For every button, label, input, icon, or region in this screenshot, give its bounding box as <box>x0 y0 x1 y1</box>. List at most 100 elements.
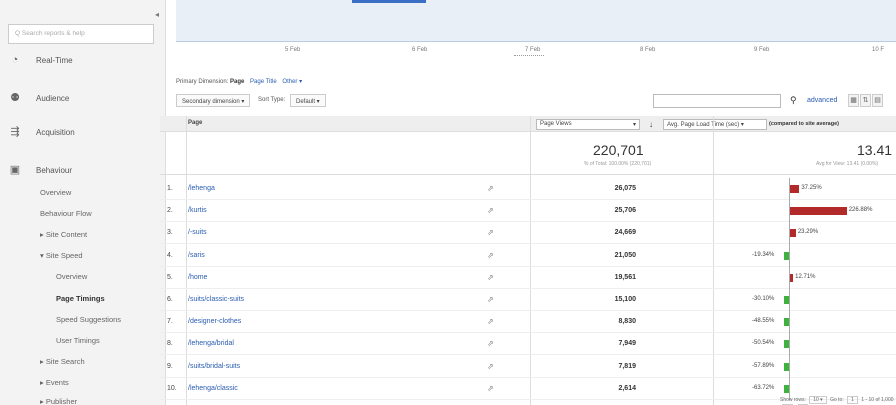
timeline-tick: 7 Feb <box>525 47 541 53</box>
page-link[interactable]: /lehenga <box>188 185 215 192</box>
page-link[interactable]: /lehenga/classic <box>188 385 238 392</box>
open-link-icon[interactable]: ⇗ <box>487 317 494 326</box>
page-link[interactable]: /suits/bridal-suits <box>188 363 240 370</box>
nav-behaviour-overview[interactable]: Overview <box>40 188 71 197</box>
metric-page-views-select[interactable]: Page Views ▾ <box>536 119 640 130</box>
row-number: 8. <box>167 340 173 348</box>
nav-page-timings[interactable]: Page Timings <box>56 294 105 303</box>
open-link-icon[interactable]: ⇗ <box>487 251 494 260</box>
open-link-icon[interactable]: ⇗ <box>487 362 494 371</box>
open-link-icon[interactable]: ⇗ <box>487 184 494 193</box>
dimension-other[interactable]: Other ▾ <box>282 79 302 85</box>
open-link-icon[interactable]: ⇗ <box>487 295 494 304</box>
acquisition-icon: ⇶ <box>10 126 20 138</box>
sort-type-label: Sort Type: <box>258 97 286 103</box>
nav-site-content[interactable]: ▸ Site Content <box>40 230 87 239</box>
comparison-bar-positive <box>790 185 800 193</box>
open-link-icon[interactable]: ⇗ <box>487 384 494 393</box>
show-rows-label: Show rows: <box>780 397 806 403</box>
nav-audience-label: Audience <box>36 93 70 103</box>
row-number: 5. <box>167 273 173 281</box>
page-link[interactable]: /-suits <box>188 229 207 236</box>
search-icon[interactable]: ⚲ <box>790 95 797 106</box>
table-view-icon[interactable]: ▦ <box>848 94 859 107</box>
page-views-value: 25,706 <box>614 207 636 215</box>
table-row: 2. /kurtis ⇗ 25,706 <box>160 200 896 223</box>
nav-acquisition[interactable]: ⇶ Acquisition <box>8 126 74 138</box>
comparison-percent: -19.34% <box>752 251 775 258</box>
open-link-icon[interactable]: ⇗ <box>487 228 494 237</box>
page-views-value: 15,100 <box>614 296 636 303</box>
table-search-input[interactable] <box>653 94 781 108</box>
comparison-axis <box>789 178 790 400</box>
sort-desc-icon[interactable]: ↓ <box>649 120 653 129</box>
comparison-view-icon[interactable]: ⇅ <box>860 94 871 107</box>
total-page-views: 220,701 <box>593 142 644 158</box>
page-link[interactable]: /designer-clothes <box>188 318 241 325</box>
dimension-page-title[interactable]: Page Title <box>250 79 277 85</box>
show-rows-select[interactable]: 10 ▾ <box>809 396 827 404</box>
comparison-bar-positive <box>790 229 796 238</box>
sort-type-select[interactable]: Default ▾ <box>290 94 326 107</box>
comparison-bar-positive <box>790 207 847 216</box>
total-load-time-sub: Avg for View: 13.41 (0.00%) <box>816 161 879 167</box>
collapse-sidebar-icon[interactable]: ◂ <box>155 10 159 19</box>
comparison-percent: -57.89% <box>752 362 775 369</box>
chevron-down-icon: ▾ <box>632 122 636 128</box>
nav-behaviour-flow[interactable]: Behaviour Flow <box>40 209 92 218</box>
comparison-percent: -48.55% <box>752 318 775 325</box>
comparison-note: (compared to site average) <box>769 121 839 127</box>
nav-publisher[interactable]: ▸ Publisher <box>40 397 77 405</box>
row-range: 1 - 10 of 1,000 <box>861 397 894 403</box>
timeline-tick: 8 Feb <box>640 47 656 53</box>
column-page[interactable]: Page <box>188 120 202 126</box>
goto-input[interactable]: 1 <box>847 396 858 404</box>
row-number: 4. <box>167 251 173 259</box>
primary-dimension-label: Primary Dimension: <box>176 79 229 85</box>
row-number: 3. <box>167 229 173 237</box>
goto-label: Go to: <box>830 397 844 403</box>
totals-row <box>160 133 896 175</box>
page-link[interactable]: /lehenga/bridal <box>188 340 234 347</box>
nav-behaviour[interactable]: ▣ Behaviour <box>8 164 72 176</box>
comparison-percent: 23.29% <box>797 229 819 236</box>
metric-page-views-label: Page Views <box>540 121 572 127</box>
table-row: 5. /home ⇗ 19,561 <box>160 267 896 289</box>
nav-site-search[interactable]: ▸ Site Search <box>40 357 85 366</box>
secondary-dimension-button[interactable]: Secondary dimension ▾ <box>176 94 251 107</box>
timeline-tick: 6 Feb <box>412 47 428 53</box>
nav-audience[interactable]: ⚉ Audience <box>8 92 69 104</box>
timeline-drag-handle[interactable] <box>514 55 544 57</box>
metric-load-time-select[interactable]: Avg. Page Load Time (sec) ▾ <box>663 119 767 130</box>
search-input[interactable]: Q Search reports & help <box>8 24 154 44</box>
sidebar: Q Search reports & help ◂ ◔ Real-Time ⚉ … <box>0 0 166 405</box>
page-link[interactable]: /saris <box>188 252 205 259</box>
page-link[interactable]: /home <box>188 274 207 281</box>
open-link-icon[interactable]: ⇗ <box>487 206 494 215</box>
comparison-bar-positive <box>790 273 794 282</box>
open-link-icon[interactable]: ⇗ <box>487 273 494 282</box>
total-page-views-sub: % of Total: 100.00% (220,701) <box>584 161 652 167</box>
page-views-value: 2,614 <box>618 384 636 392</box>
page-views-value: 24,669 <box>614 229 636 237</box>
page-link[interactable]: /kurtis <box>188 207 207 214</box>
row-number: 2. <box>167 207 173 215</box>
page-link[interactable]: /suits/classic-suits <box>188 296 244 303</box>
comparison-percent: 37.25% <box>801 185 822 191</box>
timeline-chart[interactable] <box>176 0 896 42</box>
row-number: 6. <box>167 296 173 303</box>
nav-site-speed[interactable]: ▾ Site Speed <box>40 251 83 260</box>
nav-speed-suggestions[interactable]: Speed Suggestions <box>56 315 121 324</box>
dimension-page[interactable]: Page <box>230 79 244 85</box>
nav-events[interactable]: ▸ Events <box>40 378 69 387</box>
comparison-percent: 226.88% <box>848 207 873 214</box>
nav-user-timings[interactable]: User Timings <box>56 336 100 345</box>
nav-realtime[interactable]: ◔ Real-Time <box>8 54 73 66</box>
open-link-icon[interactable]: ⇗ <box>487 339 494 348</box>
nav-speed-overview[interactable]: Overview <box>56 272 87 281</box>
total-load-time: 13.41 <box>857 142 893 158</box>
page-views-value: 19,561 <box>614 273 636 281</box>
pivot-view-icon[interactable]: ▤ <box>872 94 883 107</box>
comparison-percent: -30.10% <box>752 296 775 302</box>
advanced-filter-link[interactable]: advanced <box>807 97 837 104</box>
